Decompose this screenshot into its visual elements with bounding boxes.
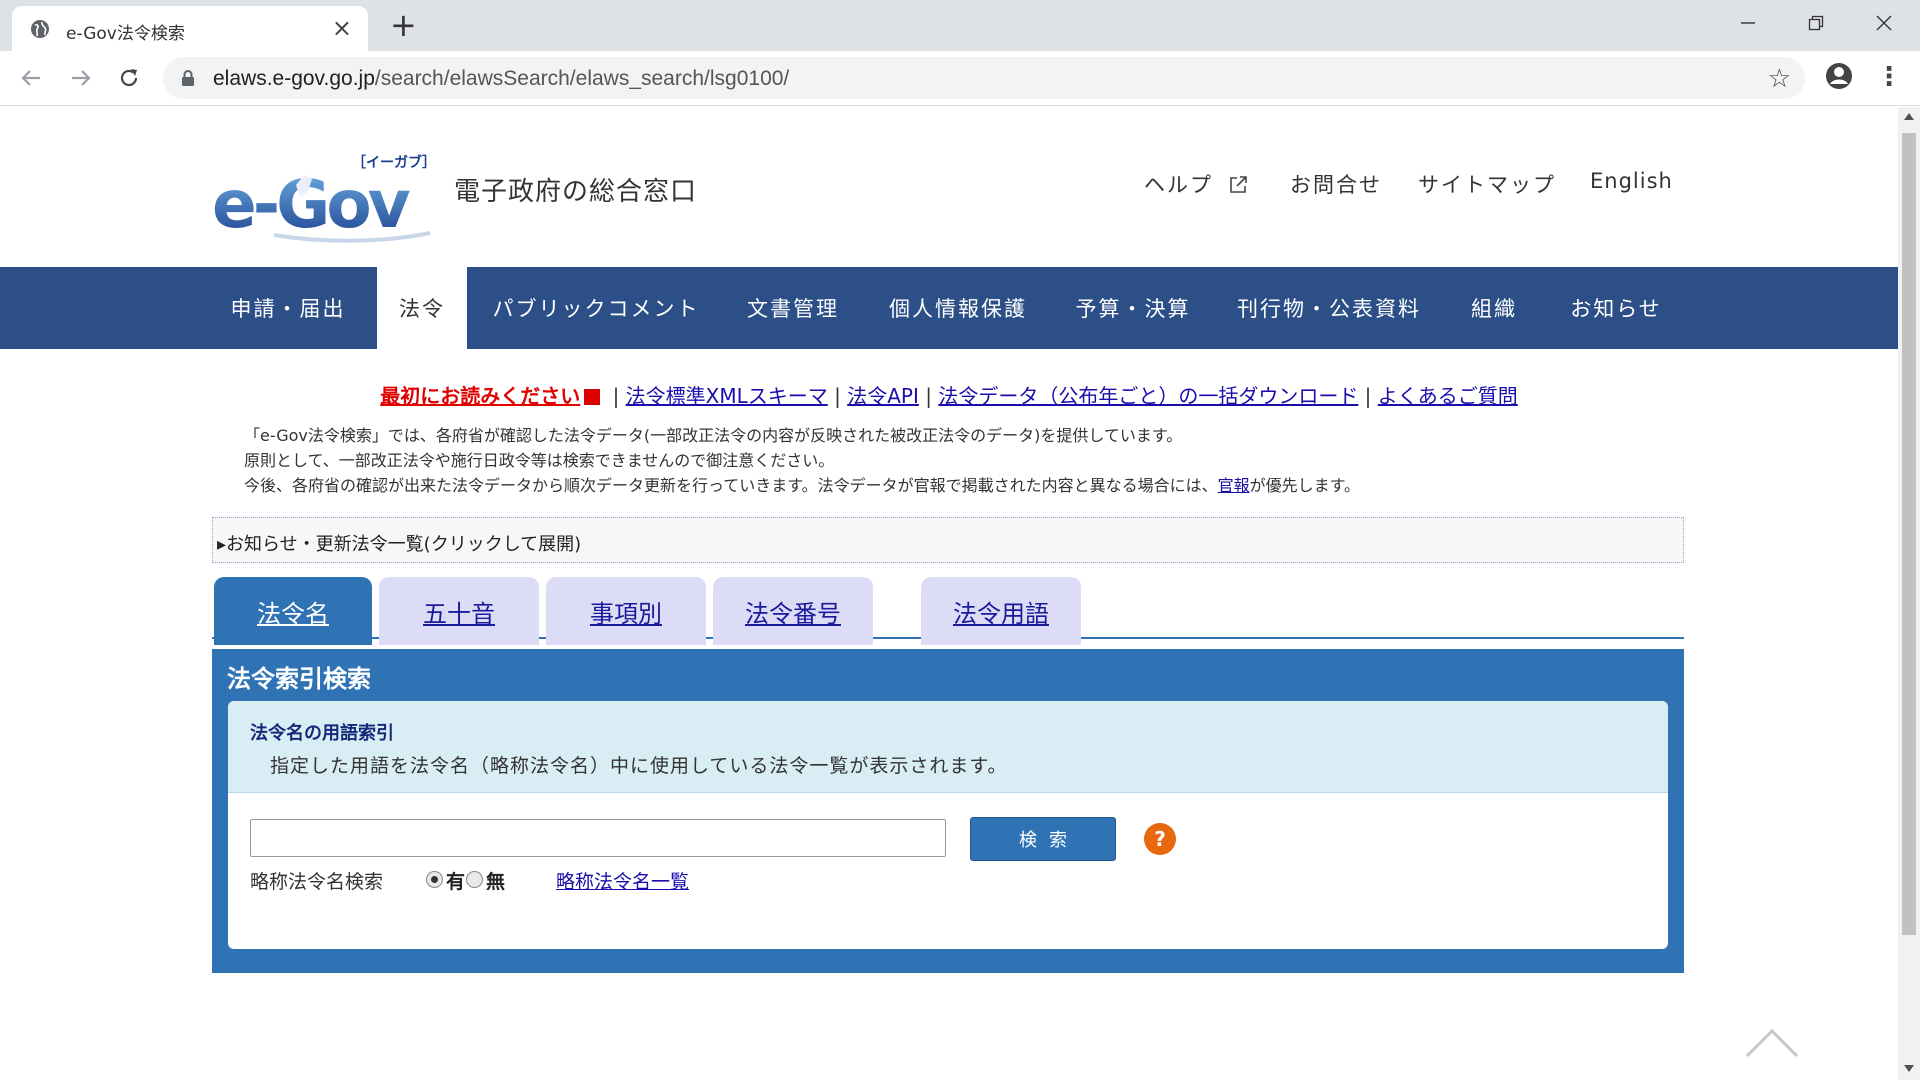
url-path: /search/elawsSearch/elaws_search/lsg0100…	[374, 67, 790, 90]
news-updates-expander[interactable]: ▸お知らせ・更新法令一覧(クリックして展開)	[212, 517, 1684, 563]
abbrev-no-radio[interactable]	[466, 871, 483, 888]
nav-item-document-management[interactable]: 文書管理	[730, 267, 856, 349]
search-button[interactable]: 検索	[970, 817, 1116, 861]
new-tab-button[interactable]: +	[390, 8, 417, 42]
url-text: elaws.e-gov.go.jp/search/elawsSearch/ela…	[213, 67, 789, 91]
minimize-icon[interactable]	[1718, 6, 1778, 40]
search-form: 法令名の用語索引 指定した用語を法令名（略称法令名）中に使用している法令一覧が表…	[228, 701, 1668, 949]
link-separator: |	[827, 384, 848, 408]
link-separator: |	[606, 384, 626, 408]
scrollbar-thumb[interactable]	[1902, 133, 1916, 935]
lock-icon	[182, 70, 194, 86]
nav-item-organization[interactable]: 組織	[1454, 267, 1534, 349]
abbrev-yes-radio[interactable]	[426, 871, 443, 888]
logo-wordmark: e-Gov	[212, 166, 411, 243]
header-help-link[interactable]: ヘルプ	[1144, 169, 1248, 199]
page-scrollbar[interactable]	[1898, 107, 1920, 1080]
tab-subject[interactable]: 事項別	[546, 577, 706, 645]
description-title: 法令名の用語索引	[250, 723, 394, 744]
nav-item-applications[interactable]: 申請・届出	[212, 267, 364, 349]
browser-tab-title: e-Gov法令検索	[66, 24, 185, 44]
abbrev-list-link[interactable]: 略称法令名一覧	[556, 867, 689, 894]
page-viewport: e-Gov ［イーガブ］ 電子政府の総合窓口 ヘルプ お問合せ サイトマップ E…	[0, 107, 1898, 1080]
abbrev-no-label: 無	[486, 871, 506, 893]
search-description: 法令名の用語索引 指定した用語を法令名（略称法令名）中に使用している法令一覧が表…	[228, 701, 1668, 793]
logo-kana: ［イーガブ］	[352, 154, 436, 171]
nav-item-publications[interactable]: 刊行物・公表資料	[1224, 267, 1434, 349]
browser-toolbar: elaws.e-gov.go.jp/search/elawsSearch/ela…	[0, 51, 1920, 106]
bulk-download-link[interactable]: 法令データ（公布年ごと）の一括ダウンロード	[938, 384, 1358, 408]
read-first-link[interactable]: 最初にお読みください	[380, 384, 580, 408]
link-separator: |	[1358, 384, 1378, 408]
window-close-icon[interactable]	[1854, 6, 1914, 40]
restore-icon[interactable]	[1786, 6, 1846, 40]
url-host: elaws.e-gov.go.jp	[213, 67, 375, 90]
site-tagline: 電子政府の総合窓口	[454, 177, 698, 207]
forward-arrow-icon[interactable]	[62, 59, 100, 97]
header-contact-link[interactable]: お問合せ	[1290, 169, 1382, 199]
header-english-link[interactable]: English	[1590, 169, 1673, 193]
browser-tab[interactable]: e-Gov法令検索 ×	[12, 6, 368, 51]
intro-line-3-tail: が優先します。	[1249, 476, 1361, 495]
nav-item-laws[interactable]: 法令	[377, 267, 467, 349]
help-question-icon[interactable]: ?	[1144, 823, 1176, 855]
profile-avatar-icon[interactable]	[1824, 61, 1854, 91]
tab-law-name[interactable]: 法令名	[214, 577, 372, 645]
index-search-panel: 法令索引検索 法令名の用語索引 指定した用語を法令名（略称法令名）中に使用してい…	[212, 649, 1684, 973]
notice-links: 最初にお読みください | 法令標準XMLスキーマ | 法令API | 法令データ…	[0, 380, 1898, 409]
law-name-search-input[interactable]	[250, 819, 946, 857]
main-navigation: 申請・届出 法令 パブリックコメント 文書管理 個人情報保護 予算・決算 刊行物…	[0, 267, 1898, 349]
panel-title: 法令索引検索	[227, 665, 371, 693]
intro-line-1: 「e-Gov法令検索」では、各府省が確認した法令データ(一部改正法令の内容が反映…	[244, 426, 1183, 445]
header-sitemap-link[interactable]: サイトマップ	[1418, 169, 1556, 199]
bookmark-star-icon[interactable]: ☆	[1768, 64, 1791, 94]
xml-schema-link[interactable]: 法令標準XMLスキーマ	[626, 384, 828, 408]
scroll-down-arrow-icon[interactable]	[1904, 1065, 1914, 1072]
back-to-top-chevron-icon[interactable]	[1744, 1027, 1800, 1059]
back-arrow-icon[interactable]	[12, 59, 50, 97]
book-icon	[580, 389, 601, 409]
egov-logo[interactable]: e-Gov ［イーガブ］	[212, 147, 442, 247]
globe-icon	[31, 20, 49, 38]
intro-line-2: 原則として、一部改正法令や施行日政令等は検索できませんので御注意ください。	[244, 451, 835, 470]
nav-item-budget[interactable]: 予算・決算	[1062, 267, 1204, 349]
tab-close-icon[interactable]: ×	[332, 14, 352, 42]
faq-link[interactable]: よくあるご質問	[1378, 384, 1518, 408]
intro-text: 「e-Gov法令検索」では、各府省が確認した法令データ(一部改正法令の内容が反映…	[244, 423, 1360, 498]
external-link-icon	[1229, 176, 1247, 193]
abbrev-yes-label: 有	[446, 871, 466, 893]
egov-logo-mark: e-Gov ［イーガブ］	[212, 154, 436, 243]
browser-menu-icon[interactable]: ⋮	[1876, 60, 1902, 94]
description-text: 指定した用語を法令名（略称法令名）中に使用している法令一覧が表示されます。	[270, 755, 1008, 777]
nav-item-news[interactable]: お知らせ	[1556, 267, 1676, 349]
address-bar[interactable]: elaws.e-gov.go.jp/search/elawsSearch/ela…	[163, 57, 1805, 99]
tab-legal-terms[interactable]: 法令用語	[921, 577, 1081, 645]
nav-item-public-comment[interactable]: パブリックコメント	[480, 267, 712, 349]
gazette-link[interactable]: 官報	[1218, 476, 1250, 495]
nav-item-privacy[interactable]: 個人情報保護	[876, 267, 1040, 349]
scroll-up-arrow-icon[interactable]	[1904, 113, 1914, 120]
intro-line-3-text: 今後、各府省の確認が出来た法令データから順次データ更新を行っていきます。法令デー…	[244, 476, 1218, 495]
intro-line-3: 今後、各府省の確認が出来た法令データから順次データ更新を行っていきます。法令デー…	[244, 473, 1360, 498]
help-link-label: ヘルプ	[1144, 173, 1213, 197]
browser-tab-strip: e-Gov法令検索 × +	[0, 0, 1920, 51]
law-api-link[interactable]: 法令API	[847, 384, 919, 408]
abbrev-search-label: 略称法令名検索	[250, 871, 384, 893]
reload-icon[interactable]	[110, 59, 148, 97]
tab-syllabary[interactable]: 五十音	[379, 577, 539, 645]
link-separator: |	[918, 384, 939, 408]
search-tabs: 法令名 五十音 事項別 法令番号 法令用語	[212, 577, 1684, 645]
tab-law-number[interactable]: 法令番号	[713, 577, 873, 645]
